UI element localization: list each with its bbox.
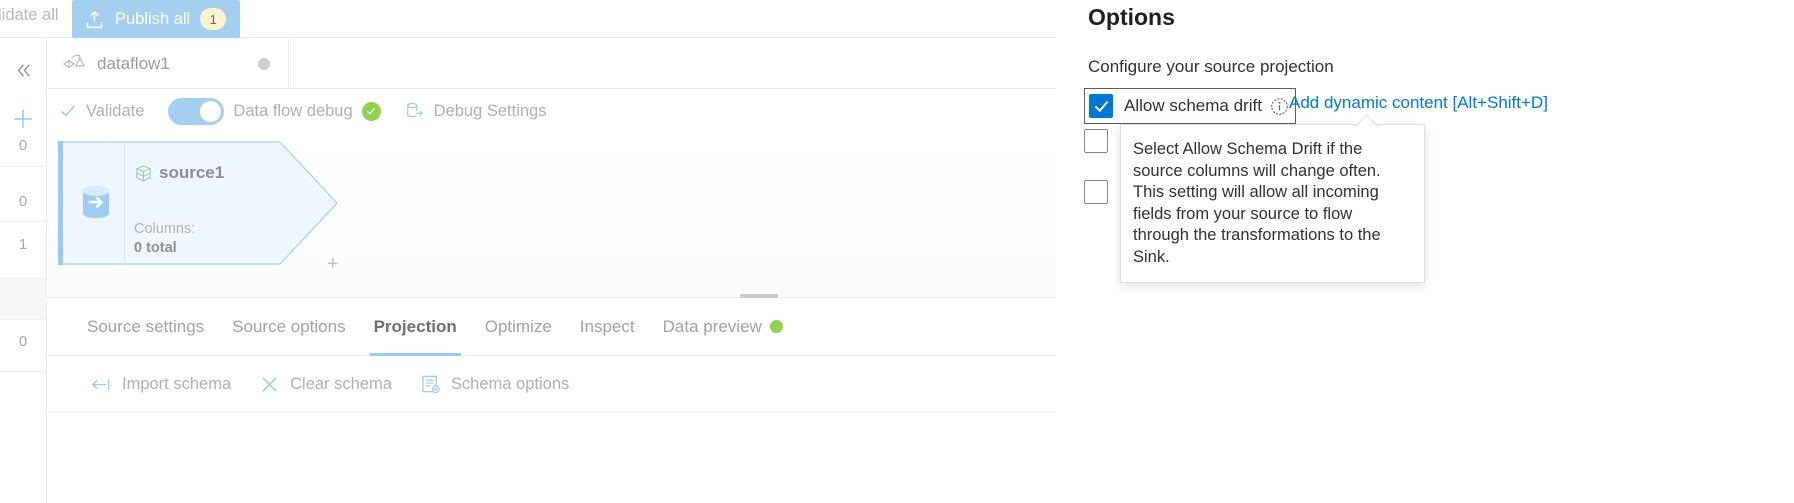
tab-bar-empty-area	[290, 39, 1056, 89]
chevron-double-left-icon	[17, 63, 30, 77]
gutter-row: 1	[0, 222, 46, 279]
data-preview-status-dot	[769, 320, 783, 333]
toggle-knob	[200, 100, 222, 122]
options-checkbox-3[interactable]	[1084, 180, 1108, 204]
dataflow-canvas[interactable]: source1 Columns: 0 total +	[47, 132, 1056, 297]
tab-label: Projection	[373, 316, 457, 336]
gutter-row-value: 0	[18, 193, 28, 210]
add-dynamic-content-link[interactable]: Add dynamic content [Alt+Shift+D]	[1289, 93, 1548, 113]
gutter-row-value: 1	[18, 236, 28, 253]
data-flow-debug-toggle-group[interactable]: Data flow debug	[156, 90, 392, 132]
clear-schema-label: Clear schema	[290, 375, 392, 393]
node-accent-bar	[58, 141, 63, 265]
schema-options-label: Schema options	[450, 375, 570, 393]
gutter-row: 0	[0, 167, 46, 222]
import-schema-label: Import schema	[122, 375, 232, 393]
data-flow-debug-label: Data flow debug	[233, 101, 353, 120]
publish-all-label: Publish all	[115, 9, 191, 28]
source-node[interactable]: source1 Columns: 0 total +	[58, 141, 339, 275]
schema-options-button[interactable]: Schema options	[406, 365, 583, 405]
dataflow-status-dot	[258, 58, 270, 70]
import-schema-button[interactable]: Import schema	[77, 365, 245, 405]
tab-label: Data preview	[662, 316, 762, 336]
dataflow-tab-label: dataflow1	[97, 54, 170, 73]
node-columns-value: 0 total	[134, 240, 177, 256]
info-icon[interactable]	[1270, 97, 1289, 116]
options-row-2[interactable]	[1084, 129, 1119, 153]
upload-icon	[86, 10, 103, 28]
options-row-3[interactable]	[1084, 180, 1119, 204]
options-panel: Options Configure your source projection…	[1057, 0, 1794, 503]
publish-count-badge: 1	[200, 8, 227, 30]
allow-schema-drift-checkbox[interactable]	[1089, 94, 1113, 118]
top-toolbar: lidate all Publish all 1	[0, 0, 1056, 38]
dataflow-tab[interactable]: dataflow1	[47, 39, 289, 89]
dataflow-command-bar: Validate Data flow debug Debug Settings	[47, 90, 1056, 132]
tab-label: Source settings	[87, 316, 205, 336]
tab-label: Source options	[232, 316, 346, 336]
panel-tab-list: Source settings Source options Projectio…	[47, 298, 1056, 356]
add-button[interactable]	[4, 104, 42, 134]
source-properties-panel: Source settings Source options Projectio…	[47, 298, 1056, 503]
node-name: source1	[159, 163, 225, 182]
node-icon-column	[67, 141, 125, 265]
collapse-panel-button[interactable]	[4, 56, 42, 84]
validate-label: Validate	[86, 101, 145, 120]
success-check-icon	[367, 107, 376, 115]
dataflow-tab-bar: dataflow1	[47, 39, 1056, 89]
node-add-handle[interactable]: +	[327, 253, 339, 276]
tab-label: Optimize	[484, 316, 552, 336]
validate-all-button[interactable]: lidate all	[0, 6, 59, 25]
allow-schema-drift-label: Allow schema drift	[1124, 96, 1262, 115]
tab-source-settings[interactable]: Source settings	[73, 298, 218, 356]
gutter-row-value: 0	[18, 137, 28, 154]
schema-action-bar: Import schema Clear schema Schema option…	[47, 357, 1056, 413]
plus-icon	[14, 110, 32, 128]
checkmark-icon	[1094, 100, 1108, 112]
options-checkbox-2[interactable]	[1084, 129, 1108, 153]
options-panel-subtitle: Configure your source projection	[1088, 57, 1334, 76]
debug-database-icon	[406, 102, 423, 118]
node-metadata: Columns: 0 total	[134, 220, 195, 258]
node-title: source1	[134, 163, 224, 183]
data-flow-debug-toggle[interactable]	[168, 97, 225, 125]
allow-schema-drift-tooltip: Select Allow Schema Drift if the source …	[1120, 124, 1425, 283]
debug-settings-label: Debug Settings	[433, 101, 547, 120]
allow-schema-drift-row[interactable]: Allow schema drift	[1084, 88, 1296, 124]
options-panel-title: Options	[1088, 4, 1175, 30]
close-x-icon	[262, 377, 277, 392]
dataset-icon	[135, 164, 152, 182]
import-arrow-icon	[91, 379, 110, 390]
publish-all-button[interactable]: Publish all 1	[72, 0, 241, 38]
node-columns-label: Columns:	[134, 221, 196, 237]
tab-source-options[interactable]: Source options	[218, 298, 359, 356]
schema-options-icon	[422, 375, 440, 394]
dataflow-icon	[62, 54, 85, 69]
debug-status-icon	[361, 101, 381, 121]
validate-all-label: lidate all	[0, 6, 59, 24]
tab-projection[interactable]: Projection	[360, 298, 471, 356]
tooltip-text: Select Allow Schema Drift if the source …	[1133, 140, 1381, 266]
source-database-icon	[83, 186, 109, 218]
checkmark-icon	[61, 105, 75, 117]
tab-data-preview[interactable]: Data preview	[649, 298, 797, 356]
gutter-row-value: 0	[18, 333, 28, 350]
tab-label: Inspect	[579, 316, 635, 336]
tab-inspect[interactable]: Inspect	[566, 298, 649, 356]
validate-button[interactable]: Validate	[47, 90, 156, 132]
clear-schema-button[interactable]: Clear schema	[245, 365, 406, 405]
gutter-row-highlighted	[0, 279, 46, 320]
tab-optimize[interactable]: Optimize	[471, 298, 566, 356]
gutter-row: 0	[0, 320, 46, 372]
debug-settings-button[interactable]: Debug Settings	[393, 90, 559, 132]
